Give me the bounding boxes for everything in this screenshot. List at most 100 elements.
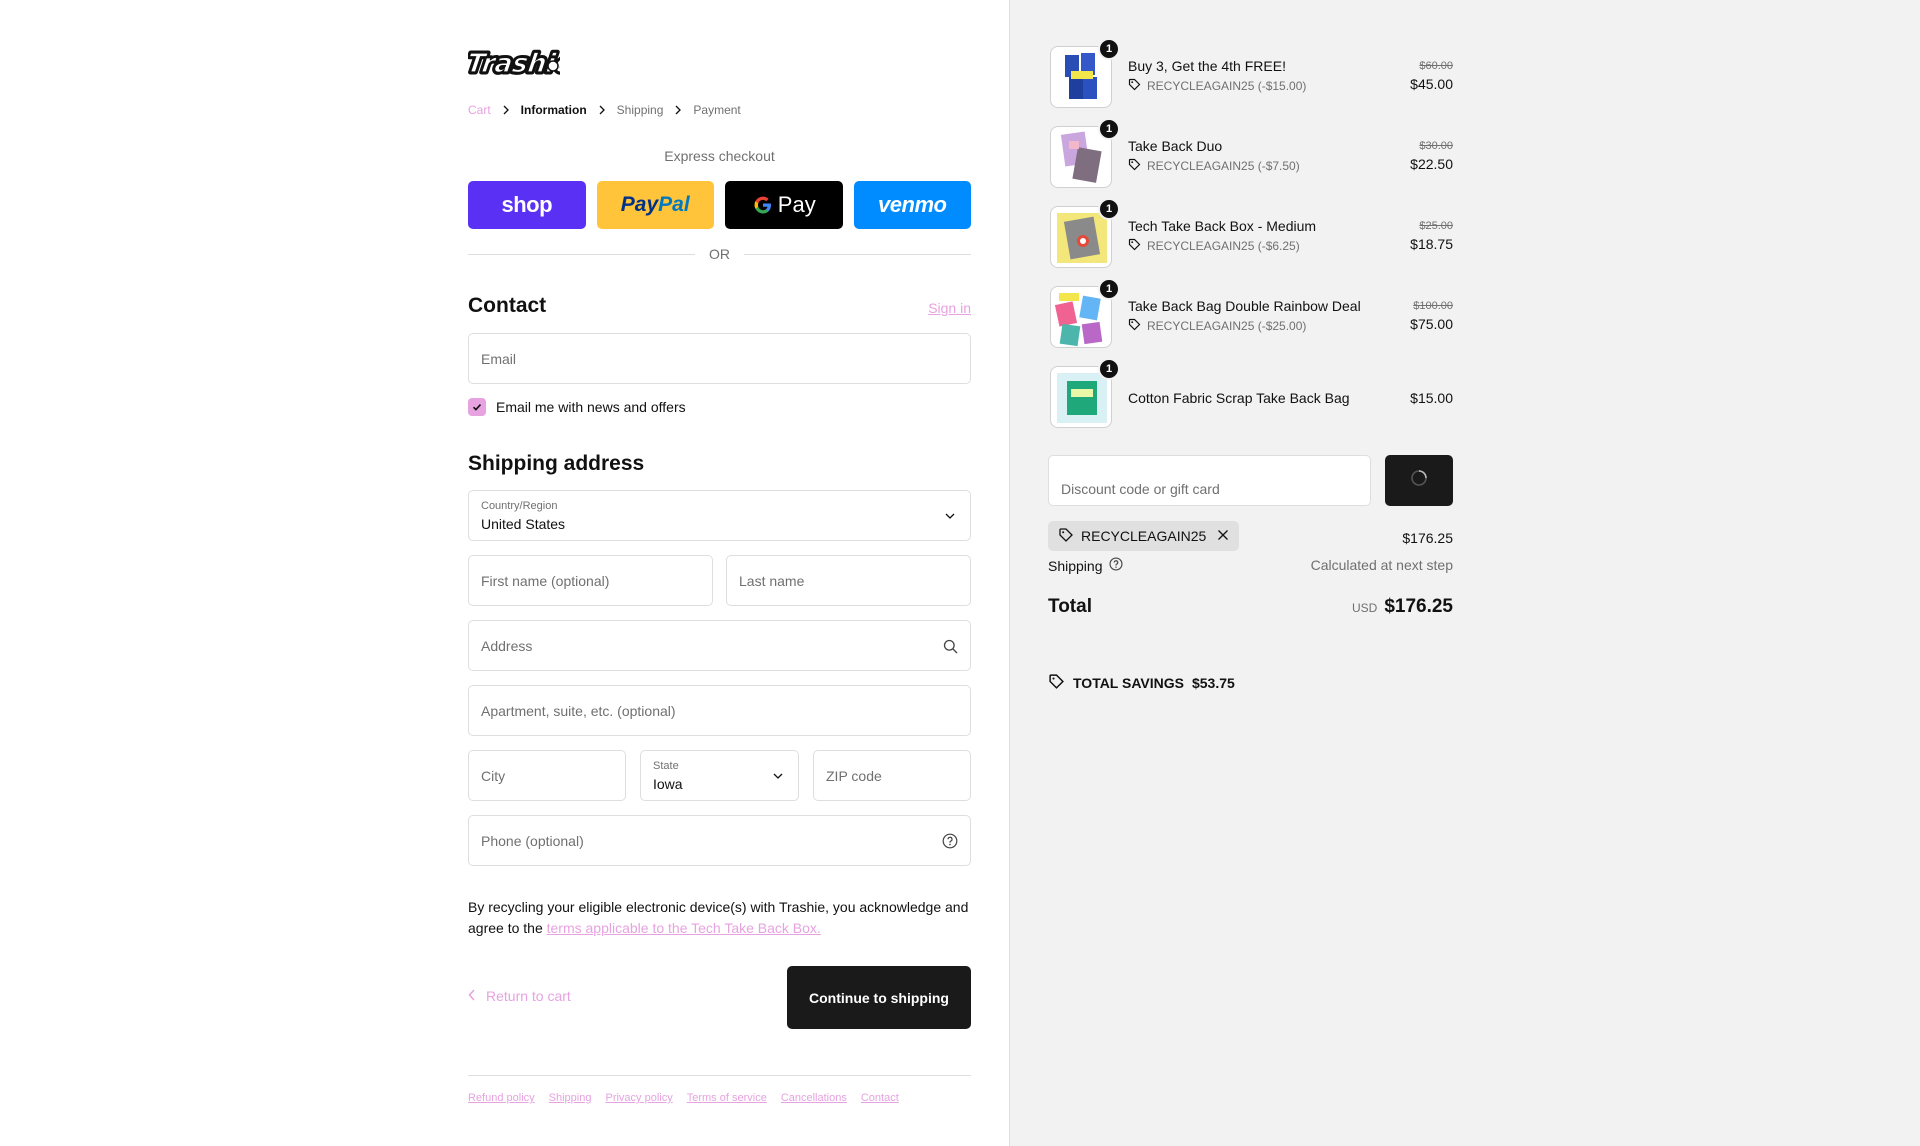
item-original-price: $100.00 <box>1413 300 1453 312</box>
applied-code: RECYCLEAGAIN25 <box>1081 528 1207 544</box>
total-value: USD $176.25 <box>1352 596 1453 618</box>
currency-code: USD <box>1351 601 1378 615</box>
express-checkout-buttons: shop Pay Pal Pay venmo <box>468 181 971 229</box>
first-name-field[interactable]: First name (optional) <box>468 555 713 606</box>
item-price: $15.00 <box>1410 390 1453 406</box>
help-icon[interactable] <box>942 833 958 849</box>
last-name-field[interactable]: Last name <box>726 555 971 606</box>
tag-icon <box>1048 673 1065 693</box>
venmo-label: venmo <box>878 192 947 217</box>
search-icon <box>942 638 958 654</box>
shipping-address-heading: Shipping address <box>468 452 645 475</box>
item-name: Buy 3, Get the 4th FREE! <box>1128 58 1286 74</box>
google-pay-label: Pay <box>777 192 816 217</box>
chevron-right-icon <box>598 105 606 115</box>
news-offers-option[interactable]: Email me with news and offers <box>468 398 686 416</box>
tag-icon <box>1128 318 1141 334</box>
state-select[interactable]: State Iowa <box>640 750 799 801</box>
email-placeholder: Email <box>481 351 517 367</box>
quantity-badge: 1 <box>1098 198 1120 220</box>
subtotal-value: $176.25 <box>1402 530 1453 546</box>
item-discount-text: RECYCLEAGAIN25 (-$6.25) <box>1147 239 1300 253</box>
shipping-row-label: Shipping <box>1048 557 1123 574</box>
news-checkbox[interactable] <box>468 398 486 416</box>
footer-contact[interactable]: Contact <box>861 1092 899 1104</box>
checkmark-icon <box>472 404 482 411</box>
shipping-label: Shipping <box>1048 557 1103 574</box>
item-discount: RECYCLEAGAIN25 (-$25.00) <box>1128 318 1306 334</box>
chevron-left-icon <box>468 988 476 1004</box>
footer-cancellations[interactable]: Cancellations <box>781 1092 847 1104</box>
return-to-cart-label: Return to cart <box>486 988 571 1004</box>
express-checkout-title: Express checkout <box>664 148 775 164</box>
apply-discount-button[interactable] <box>1385 455 1453 506</box>
breadcrumb-information: Information <box>520 103 587 117</box>
item-price: $45.00 <box>1410 76 1453 92</box>
phone-field[interactable]: Phone (optional) <box>468 815 971 866</box>
last-name-placeholder: Last name <box>739 573 805 589</box>
venmo-button[interactable]: venmo <box>853 181 971 229</box>
remove-discount-icon[interactable] <box>1217 528 1229 544</box>
google-pay-button[interactable]: Pay <box>725 181 843 229</box>
return-to-cart-link[interactable]: Return to cart <box>468 988 571 1004</box>
shop-pay-button[interactable]: shop <box>468 181 586 229</box>
address-placeholder: Address <box>481 638 533 654</box>
terms-link[interactable]: terms applicable to the Tech Take Back B… <box>547 920 821 936</box>
help-icon[interactable] <box>1108 557 1123 574</box>
zip-field[interactable]: ZIP code <box>813 750 971 801</box>
phone-placeholder: Phone (optional) <box>481 833 584 849</box>
total-label: Total <box>1048 596 1092 617</box>
breadcrumb: Cart Information Shipping Payment <box>468 103 741 117</box>
country-select[interactable]: Country/Region United States <box>468 490 971 541</box>
total-amount: $176.25 <box>1384 596 1453 617</box>
google-g-icon <box>754 196 771 214</box>
address-field[interactable]: Address <box>468 620 971 671</box>
item-discount: RECYCLEAGAIN25 (-$6.25) <box>1128 238 1300 254</box>
footer-divider <box>468 1075 971 1076</box>
item-name: Take Back Bag Double Rainbow Deal <box>1128 298 1361 314</box>
item-original-price: $25.00 <box>1419 220 1453 232</box>
footer-refund-policy[interactable]: Refund policy <box>468 1092 535 1104</box>
state-label: State <box>653 760 679 772</box>
shipping-value: Calculated at next step <box>1310 557 1453 573</box>
discount-code-field[interactable]: Discount code or gift card <box>1048 455 1371 506</box>
zip-placeholder: ZIP code <box>826 768 882 784</box>
continue-to-shipping-button[interactable]: Continue to shipping <box>787 966 971 1029</box>
discount-placeholder: Discount code or gift card <box>1061 481 1220 497</box>
footer-privacy-policy[interactable]: Privacy policy <box>605 1092 672 1104</box>
shop-pay-label: shop <box>501 192 553 217</box>
line-item: 1 Take Back Bag Double Rainbow Deal RECY… <box>1048 278 1453 350</box>
item-discount-text: RECYCLEAGAIN25 (-$25.00) <box>1147 319 1307 333</box>
item-discount-text: RECYCLEAGAIN25 (-$7.50) <box>1147 159 1300 173</box>
quantity-badge: 1 <box>1098 358 1120 380</box>
or-label: OR <box>709 246 730 262</box>
applied-discount-chip: RECYCLEAGAIN25 <box>1048 521 1240 551</box>
savings-label: TOTAL SAVINGS <box>1073 675 1184 691</box>
footer-terms-of-service[interactable]: Terms of service <box>687 1092 767 1104</box>
tag-icon <box>1058 527 1074 546</box>
breadcrumb-cart[interactable]: Cart <box>468 103 491 117</box>
footer-shipping[interactable]: Shipping <box>549 1092 592 1104</box>
trashie-logo[interactable]: Trashie Trashie <box>463 44 578 82</box>
paypal-button[interactable]: Pay Pal <box>596 181 714 229</box>
item-price: $18.75 <box>1410 236 1453 252</box>
or-divider: OR <box>468 246 971 262</box>
item-original-price: $60.00 <box>1419 60 1453 72</box>
city-field[interactable]: City <box>468 750 626 801</box>
city-placeholder: City <box>481 768 506 784</box>
state-value: Iowa <box>653 776 683 792</box>
item-discount-text: RECYCLEAGAIN25 (-$15.00) <box>1147 79 1307 93</box>
sign-in-link[interactable]: Sign in <box>928 300 971 316</box>
item-discount: RECYCLEAGAIN25 (-$7.50) <box>1128 158 1300 174</box>
tag-icon <box>1128 78 1141 94</box>
news-checkbox-label: Email me with news and offers <box>496 399 686 415</box>
item-name: Tech Take Back Box - Medium <box>1128 218 1317 234</box>
contact-heading: Contact <box>468 294 547 317</box>
item-price: $75.00 <box>1410 316 1453 332</box>
paypal-label-b: Pal <box>658 193 690 216</box>
tech-take-back-consent: By recycling your eligible electronic de… <box>468 897 971 939</box>
quantity-badge: 1 <box>1098 118 1120 140</box>
email-field[interactable]: Email <box>468 333 971 384</box>
apartment-field[interactable]: Apartment, suite, etc. (optional) <box>468 685 971 736</box>
logo-text: Trashie <box>468 49 560 79</box>
